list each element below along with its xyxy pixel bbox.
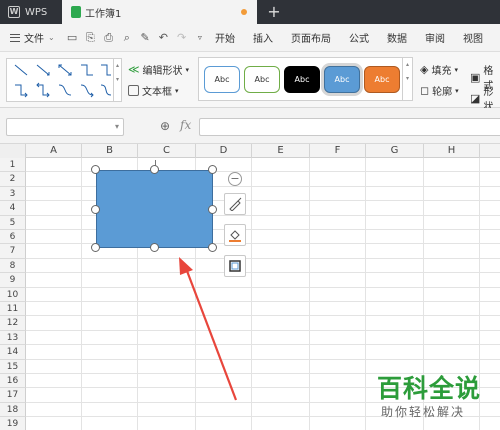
watermark-subtitle: 助你轻松解决 <box>381 405 466 419</box>
spreadsheet-window: W WPS 工作簿1 + 文件 ⌄ ▭ ⎘ ⎙ ⌕ ✎ ↶ ↷ ▿ 开始 插入 <box>0 0 500 430</box>
annotation-arrow <box>179 257 238 401</box>
watermark-title: 百科全说 <box>377 374 482 403</box>
